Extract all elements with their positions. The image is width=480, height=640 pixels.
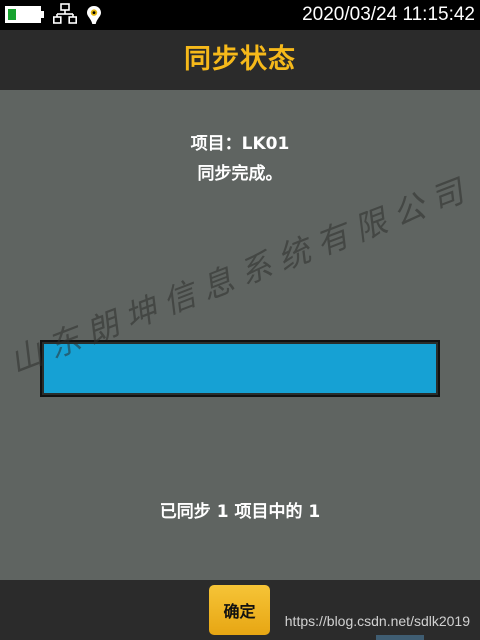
project-label: 项目：LK01 [190,134,290,154]
title-bar: 同步状态 [0,30,480,90]
sync-progress-bar [40,340,440,397]
sync-progress-fill [44,344,436,393]
sync-status-screen: 2020/03/24 11:15:42 同步状态 项目：LK01 同步完成。 已… [0,0,480,640]
status-bar: 2020/03/24 11:15:42 [0,0,480,30]
sync-status-message: 同步完成。 [197,164,283,184]
page-title: 同步状态 [184,44,296,75]
status-clock: 2020/03/24 11:15:42 [302,4,475,25]
sync-count-text: 已同步 1 项目中的 1 [159,502,321,522]
battery-icon [5,6,41,23]
battery-tip [41,11,44,18]
network-icon [53,3,77,24]
confirm-button[interactable]: 确定 [209,585,270,635]
blog-url-watermark: https://blog.csdn.net/sdlk2019 [284,613,470,629]
bottom-bar: 确定 https://blog.csdn.net/sdlk2019 [0,580,480,640]
battery-level-fill [8,9,16,20]
location-pin-icon [87,6,101,24]
bottom-accent-strip [376,635,424,640]
content-area: 项目：LK01 同步完成。 已同步 1 项目中的 1 [0,90,480,580]
